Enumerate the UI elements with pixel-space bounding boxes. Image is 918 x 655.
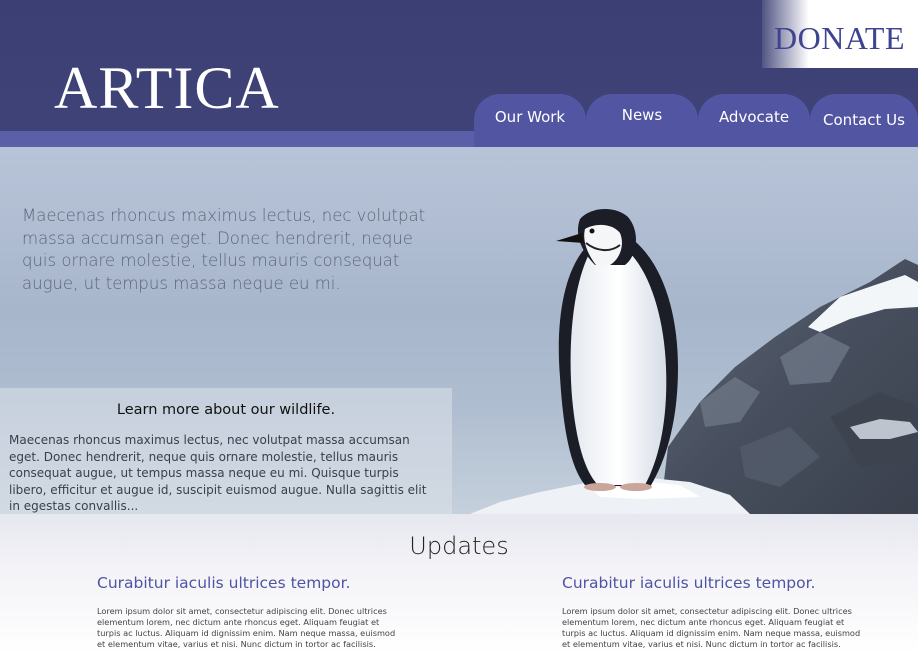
update-heading[interactable]: Curabitur iaculis ultrices tempor. bbox=[562, 574, 882, 592]
wildlife-info-box: Learn more about our wildlife. Maecenas … bbox=[0, 388, 452, 514]
site-logo[interactable]: ARTICA bbox=[54, 58, 280, 118]
nav-tab-news[interactable]: News bbox=[586, 94, 698, 147]
hero-banner: Maecenas rhoncus maximus lectus, nec vol… bbox=[0, 147, 918, 514]
updates-title: Updates bbox=[409, 532, 509, 560]
donate-button[interactable]: DONATE bbox=[762, 0, 918, 68]
update-body: Lorem ipsum dolor sit amet, consectetur … bbox=[97, 606, 396, 649]
nav-tab-advocate[interactable]: Advocate bbox=[698, 94, 810, 147]
wildlife-info-text: Maecenas rhoncus maximus lectus, nec vol… bbox=[9, 433, 427, 513]
update-item: Curabitur iaculis ultrices tempor. Lorem… bbox=[562, 574, 882, 650]
nav-tab-our-work[interactable]: Our Work bbox=[474, 94, 586, 147]
donate-label: DONATE bbox=[774, 20, 905, 56]
update-item: Curabitur iaculis ultrices tempor. Lorem… bbox=[97, 574, 417, 650]
update-heading[interactable]: Curabitur iaculis ultrices tempor. bbox=[97, 574, 417, 592]
site-header: ARTICA DONATE Our Work News Advocate Con… bbox=[0, 0, 918, 147]
update-body: Lorem ipsum dolor sit amet, consectetur … bbox=[562, 606, 861, 649]
hero-intro-text: Maecenas rhoncus maximus lectus, nec vol… bbox=[22, 206, 426, 293]
main-nav: Our Work News Advocate Contact Us bbox=[474, 94, 918, 147]
nav-tab-contact-us[interactable]: Contact Us bbox=[810, 94, 918, 147]
wildlife-info-title[interactable]: Learn more about our wildlife. bbox=[0, 402, 452, 418]
updates-section: Updates Curabitur iaculis ultrices tempo… bbox=[0, 514, 918, 655]
